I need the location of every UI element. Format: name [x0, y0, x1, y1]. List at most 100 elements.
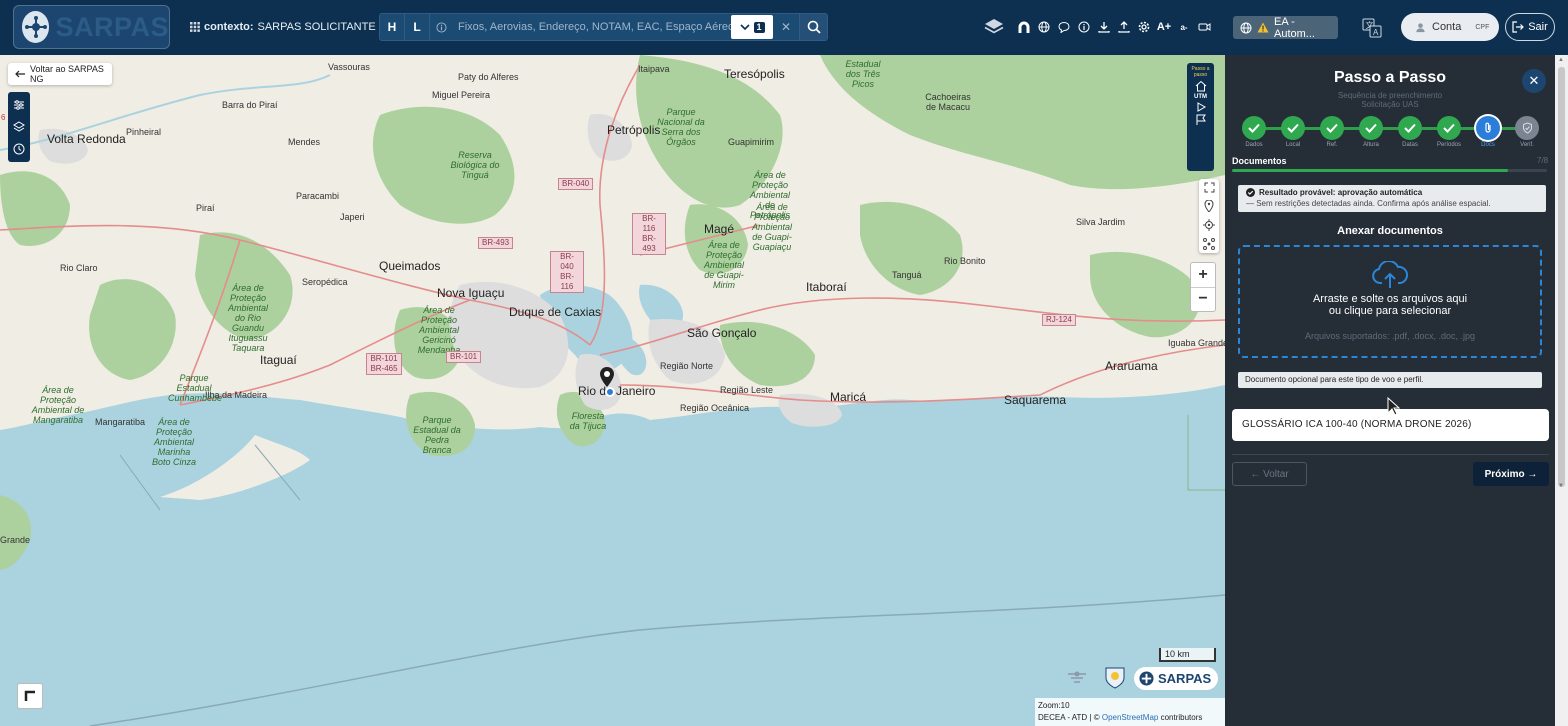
warning-icon — [1257, 22, 1269, 33]
place-label: Silva Jardim — [1076, 217, 1126, 227]
search-input[interactable] — [452, 14, 731, 40]
place-label: Miguel Pereira — [432, 90, 491, 100]
check-icon — [1443, 123, 1455, 133]
park-label: Área de Proteção Ambiental do Rio Guandu… — [227, 283, 269, 353]
status-chip[interactable]: EA - Autom... — [1233, 16, 1338, 40]
filter-count-badge: 1 — [753, 21, 765, 33]
play-icon[interactable] — [1196, 102, 1206, 112]
park-label: Reserva Biológica do Tinguá — [450, 150, 500, 180]
place-label: Cachoeiras de Macacu — [925, 92, 971, 112]
optional-document-note: Documento opcional para este tipo de voo… — [1238, 372, 1542, 388]
fullscreen-icon[interactable] — [1204, 182, 1215, 193]
place-label: Queimados — [379, 259, 441, 273]
back-button[interactable]: ← Voltar — [1232, 462, 1307, 486]
place-label: Região Leste — [720, 385, 774, 395]
selected-point-marker[interactable] — [605, 387, 615, 397]
decea-logo-icon — [1066, 666, 1088, 688]
place-label: Mendes — [288, 137, 321, 147]
camera-icon[interactable] — [1194, 15, 1214, 39]
magnet-icon[interactable] — [1014, 15, 1034, 39]
panel-subtitle-line2: Solicitação UAS — [1361, 100, 1419, 109]
left-map-toolbar — [8, 92, 30, 162]
upload-icon[interactable] — [1114, 15, 1134, 39]
place-label: Iguaba Grande — [1168, 338, 1225, 348]
logout-button[interactable]: Sair — [1505, 13, 1555, 41]
logo-text: SARPAS — [55, 11, 169, 42]
back-to-sarpas-button[interactable]: Voltar ao SARPAS NG — [8, 63, 112, 85]
place-label: Paracambi — [296, 191, 340, 201]
corner-expand-button[interactable] — [17, 683, 43, 709]
clear-search-icon[interactable]: ✕ — [773, 20, 799, 34]
home-icon[interactable] — [1195, 80, 1207, 92]
step-local[interactable] — [1281, 116, 1305, 140]
utm-toggle-button[interactable]: UTM — [1194, 94, 1207, 100]
step-verif[interactable] — [1515, 116, 1539, 140]
result-title: Resultado provável: aprovação automática — [1259, 188, 1423, 197]
place-label: Teresópolis — [724, 67, 785, 81]
chat-icon[interactable] — [1054, 15, 1074, 39]
step-panel-toggle[interactable]: Passo a passo — [1190, 66, 1212, 78]
font-increase-icon[interactable]: A+ — [1154, 15, 1174, 39]
road-shield: RJ-124 — [1042, 314, 1076, 326]
clock-icon[interactable] — [13, 143, 25, 155]
settings-icon[interactable] — [1134, 15, 1154, 39]
step-dados[interactable] — [1242, 116, 1266, 140]
park-label: Área de Proteção Ambiental de Guapi-Guap… — [751, 202, 793, 252]
scroll-down-icon[interactable]: ▼ — [1558, 483, 1564, 489]
about-icon[interactable] — [1074, 15, 1094, 39]
next-button[interactable]: Próximo → — [1473, 462, 1549, 486]
zoom-out-button[interactable]: − — [1191, 288, 1215, 312]
place-label: Rio Claro — [60, 263, 98, 273]
notification-count: 6 — [1, 113, 6, 122]
step-docs[interactable] — [1476, 116, 1500, 140]
zoom-control: + − — [1190, 262, 1216, 312]
sarpas-logo[interactable]: SARPAS — [13, 5, 170, 49]
search-filter-dropdown[interactable]: 1 — [731, 15, 773, 39]
step-ref[interactable] — [1320, 116, 1344, 140]
road-shield: BR-493 — [478, 237, 514, 249]
l-toggle-button[interactable]: L — [405, 14, 430, 40]
dropzone-line2: ou clique para selecionar — [1328, 305, 1452, 317]
openstreetmap-link[interactable]: OpenStreetMap — [1102, 713, 1158, 722]
h-toggle-button[interactable]: H — [380, 14, 405, 40]
sliders-icon[interactable] — [13, 99, 25, 111]
grid-icon — [190, 22, 200, 32]
step-periodos[interactable] — [1437, 116, 1461, 140]
place-label: Duque de Caxias — [509, 305, 602, 319]
scrollbar-thumb[interactable] — [1558, 67, 1565, 487]
park-label: Área de Proteção Ambiental Marinha Boto … — [151, 417, 197, 467]
download-icon[interactable] — [1094, 15, 1114, 39]
layers-icon[interactable] — [13, 121, 25, 133]
file-dropzone[interactable]: Arraste e solte os arquivos aqui ou cliq… — [1238, 245, 1542, 358]
step-datas[interactable] — [1398, 116, 1422, 140]
zoom-in-button[interactable]: + — [1191, 263, 1215, 288]
layers-icon[interactable] — [982, 15, 1006, 39]
scroll-up-icon[interactable]: ▲ — [1558, 57, 1564, 63]
locate-icon[interactable] — [1203, 218, 1215, 231]
translate-icon[interactable]: 文A — [1360, 16, 1384, 40]
panel-subtitle-line1: Sequência de preenchimento — [1337, 91, 1443, 100]
panel-subtitle: Sequência de preenchimento Solicitação U… — [1225, 91, 1555, 109]
info-icon[interactable] — [430, 21, 452, 33]
place-label: Mangaratiba — [95, 417, 146, 427]
corner-icon — [24, 690, 36, 702]
globe-icon[interactable] — [1034, 15, 1054, 39]
drone-icon[interactable] — [1203, 237, 1215, 250]
search-button[interactable] — [799, 14, 827, 40]
place-label: Rio Bonito — [944, 256, 986, 266]
globe-icon — [1240, 22, 1252, 34]
flag-icon[interactable] — [1195, 114, 1207, 126]
panel-scrollbar[interactable]: ▲ ▼ — [1555, 55, 1568, 726]
sarpas-logo-icon — [1139, 671, 1154, 686]
account-button[interactable]: Conta CPF — [1401, 13, 1499, 41]
crest-logo-icon — [1104, 666, 1126, 690]
step-altura[interactable] — [1359, 116, 1383, 140]
location-pin-icon[interactable] — [600, 367, 614, 387]
map-canvas[interactable]: Vassouras Paty do Alferes Itaipava Teres… — [0, 55, 1225, 726]
park-label: Área de Proteção Ambiental de Guapi-Miri… — [703, 240, 745, 290]
map-pin-icon[interactable] — [1204, 200, 1214, 213]
close-panel-button[interactable]: ✕ — [1522, 69, 1546, 93]
font-decrease-icon[interactable]: a- — [1174, 15, 1194, 39]
section-step-count: 7/8 — [1537, 156, 1549, 165]
place-label: Paty do Alferes — [458, 72, 519, 82]
